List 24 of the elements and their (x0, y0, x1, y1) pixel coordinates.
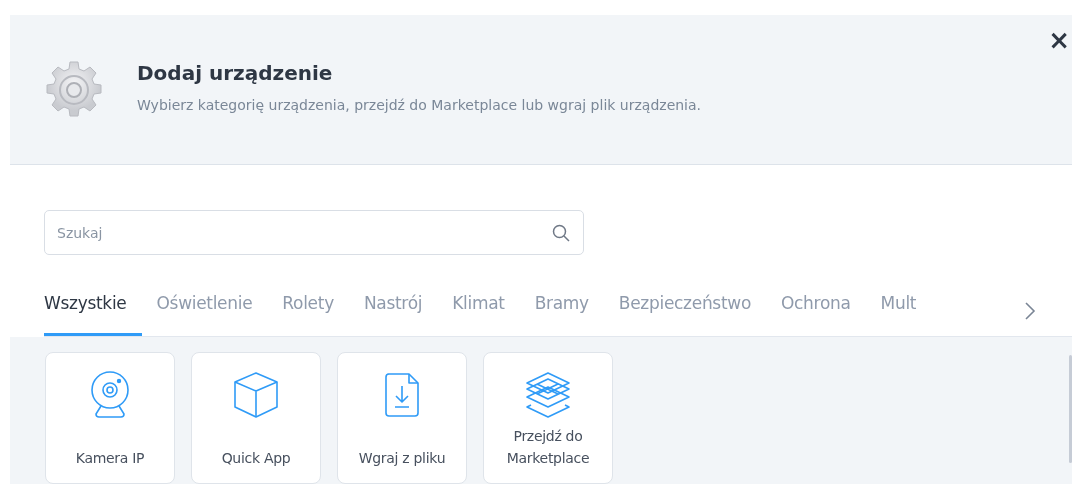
close-button[interactable]: × (1048, 27, 1070, 53)
search-field[interactable]: Szukaj (44, 210, 584, 255)
category-tab[interactable]: Klimat (437, 293, 520, 336)
layers-icon (525, 371, 571, 419)
file-download-icon (384, 372, 420, 418)
device-tile[interactable]: Quick App (191, 352, 321, 484)
device-tile[interactable]: Kamera IP (45, 352, 175, 484)
category-tab[interactable]: Oświetlenie (141, 293, 268, 336)
dialog-subtitle: Wybierz kategorię urządzenia, przejdź do Marketplace lub wgraj plik urządzenia. (137, 96, 702, 113)
cube-icon (233, 371, 279, 419)
category-tab[interactable]: Ochrona (766, 293, 866, 336)
chevron-right-icon[interactable] (1024, 301, 1036, 321)
device-tile[interactable]: Wgraj z pliku (337, 352, 467, 484)
device-tile[interactable]: Przejdź do Marketplace (483, 352, 613, 484)
search-icon (552, 224, 570, 242)
category-tab[interactable]: Bezpieczeństwo (603, 293, 766, 336)
category-tab[interactable]: Nastrój (348, 293, 438, 336)
webcam-icon (88, 370, 132, 420)
category-tab[interactable]: Mult (865, 293, 932, 336)
gear-icon (45, 59, 103, 120)
category-tab[interactable]: Bramy (519, 293, 604, 336)
dialog-title: Dodaj urządzenie (137, 60, 334, 85)
category-tab[interactable]: Rolety (267, 293, 349, 336)
scrollbar[interactable] (1069, 355, 1072, 463)
